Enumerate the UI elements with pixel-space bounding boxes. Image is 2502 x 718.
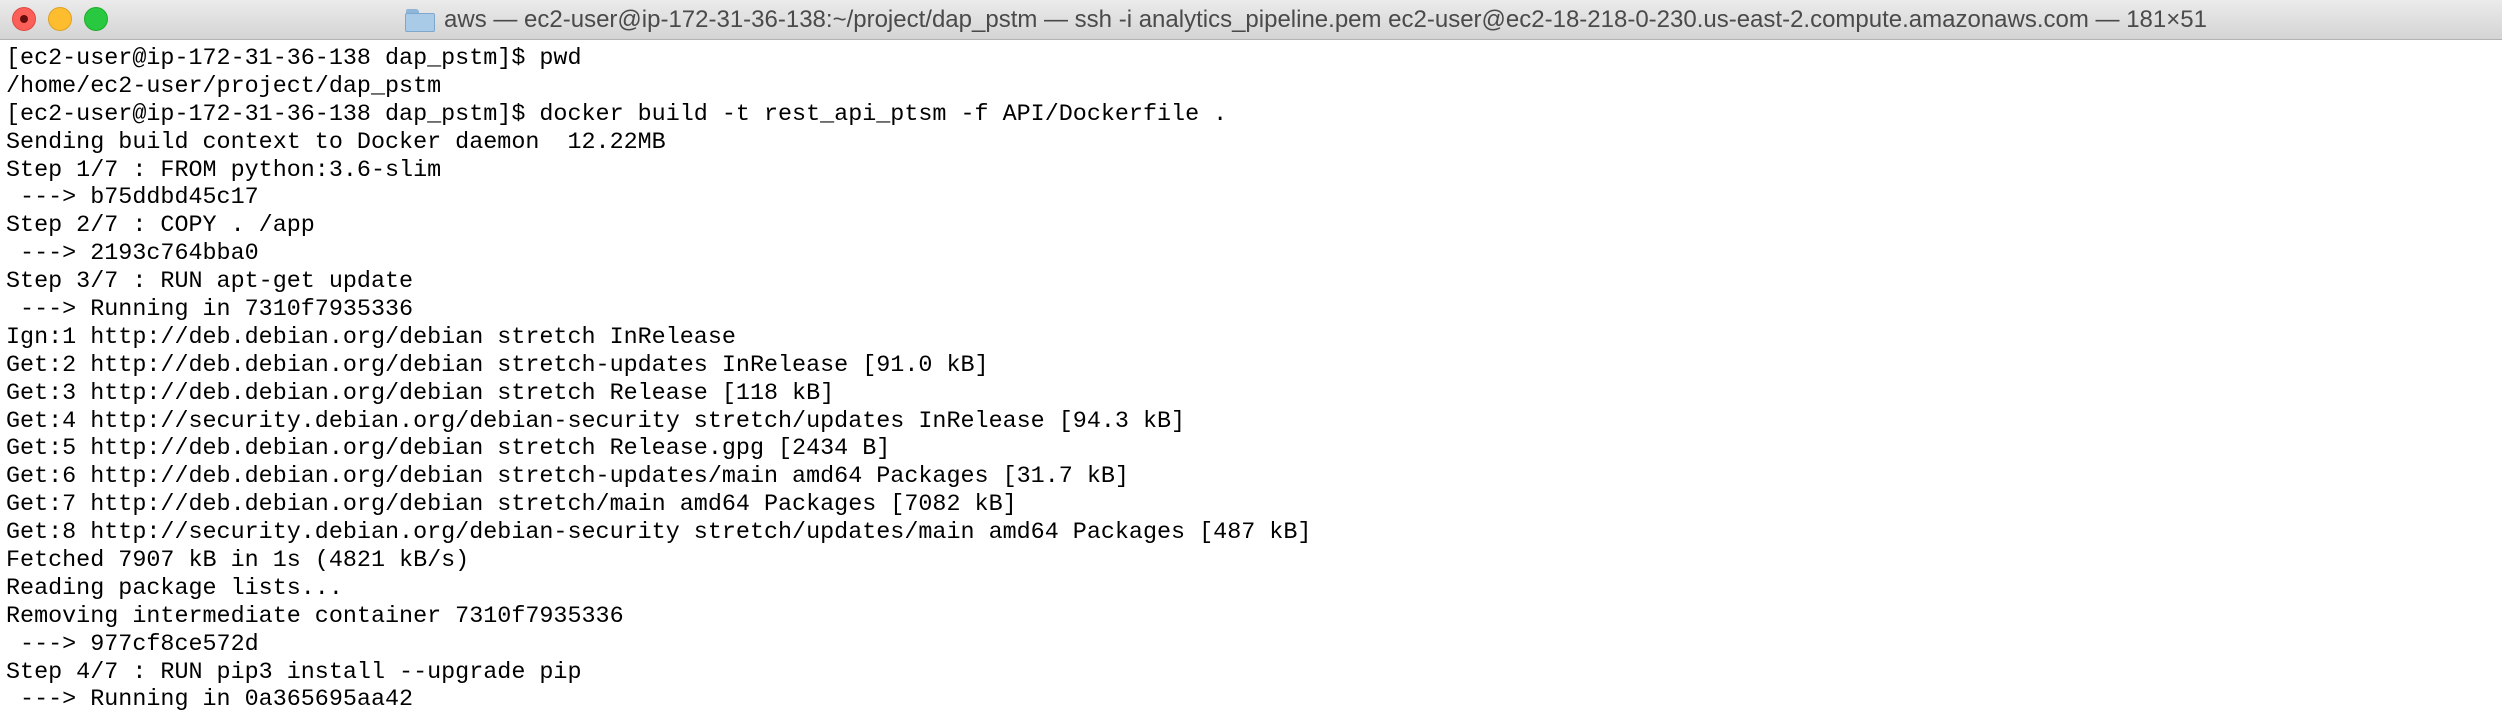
terminal-line: Step 3/7 : RUN apt-get update	[6, 269, 414, 296]
terminal-line: Get:8 http://security.debian.org/debian-…	[6, 520, 1312, 547]
terminal-line: Removing intermediate container 7310f793…	[6, 603, 624, 630]
window-title: aws — ec2-user@ip-172-31-36-138:~/projec…	[444, 6, 2207, 33]
terminal-line: Sending build context to Docker daemon 1…	[6, 129, 666, 156]
window-title-area: aws — ec2-user@ip-172-31-36-138:~/projec…	[0, 0, 2502, 40]
terminal-line: Fetched 7907 kB in 1s (4821 kB/s)	[6, 548, 470, 575]
title-bar[interactable]: aws — ec2-user@ip-172-31-36-138:~/projec…	[0, 0, 2502, 40]
terminal-line: Get:3 http://deb.debian.org/debian stret…	[6, 380, 835, 407]
terminal-line: Step 2/7 : COPY . /app	[6, 213, 315, 240]
terminal-line: /home/ec2-user/project/dap_pstm	[6, 73, 442, 100]
terminal-line: Get:5 http://deb.debian.org/debian stret…	[6, 436, 891, 463]
terminal-line: ---> Running in 7310f7935336	[6, 297, 414, 324]
folder-icon	[405, 8, 436, 32]
terminal-line: ---> b75ddbd45c17	[6, 185, 259, 212]
terminal-line: Ign:1 http://deb.debian.org/debian stret…	[6, 324, 736, 351]
terminal-line: Reading package lists...	[6, 575, 343, 602]
terminal-window: aws — ec2-user@ip-172-31-36-138:~/projec…	[0, 0, 2502, 718]
terminal-line: Step 4/7 : RUN pip3 install --upgrade pi…	[6, 659, 582, 686]
terminal-line: ---> Running in 0a365695aa42	[6, 687, 414, 714]
terminal-line: ---> 2193c764bba0	[6, 241, 259, 268]
terminal-line: [ec2-user@ip-172-31-36-138 dap_pstm]$ do…	[6, 101, 1228, 128]
terminal-line: Step 1/7 : FROM python:3.6-slim	[6, 157, 442, 184]
terminal-output[interactable]: [ec2-user@ip-172-31-36-138 dap_pstm]$ pw…	[0, 40, 2502, 718]
terminal-line: Get:7 http://deb.debian.org/debian stret…	[6, 492, 1017, 519]
terminal-line: Get:4 http://security.debian.org/debian-…	[6, 408, 1186, 435]
terminal-line: Get:2 http://deb.debian.org/debian stret…	[6, 352, 989, 379]
terminal-line: ---> 977cf8ce572d	[6, 631, 259, 658]
terminal-line: [ec2-user@ip-172-31-36-138 dap_pstm]$ pw…	[6, 46, 582, 72]
terminal-line: Get:6 http://deb.debian.org/debian stret…	[6, 464, 1129, 491]
